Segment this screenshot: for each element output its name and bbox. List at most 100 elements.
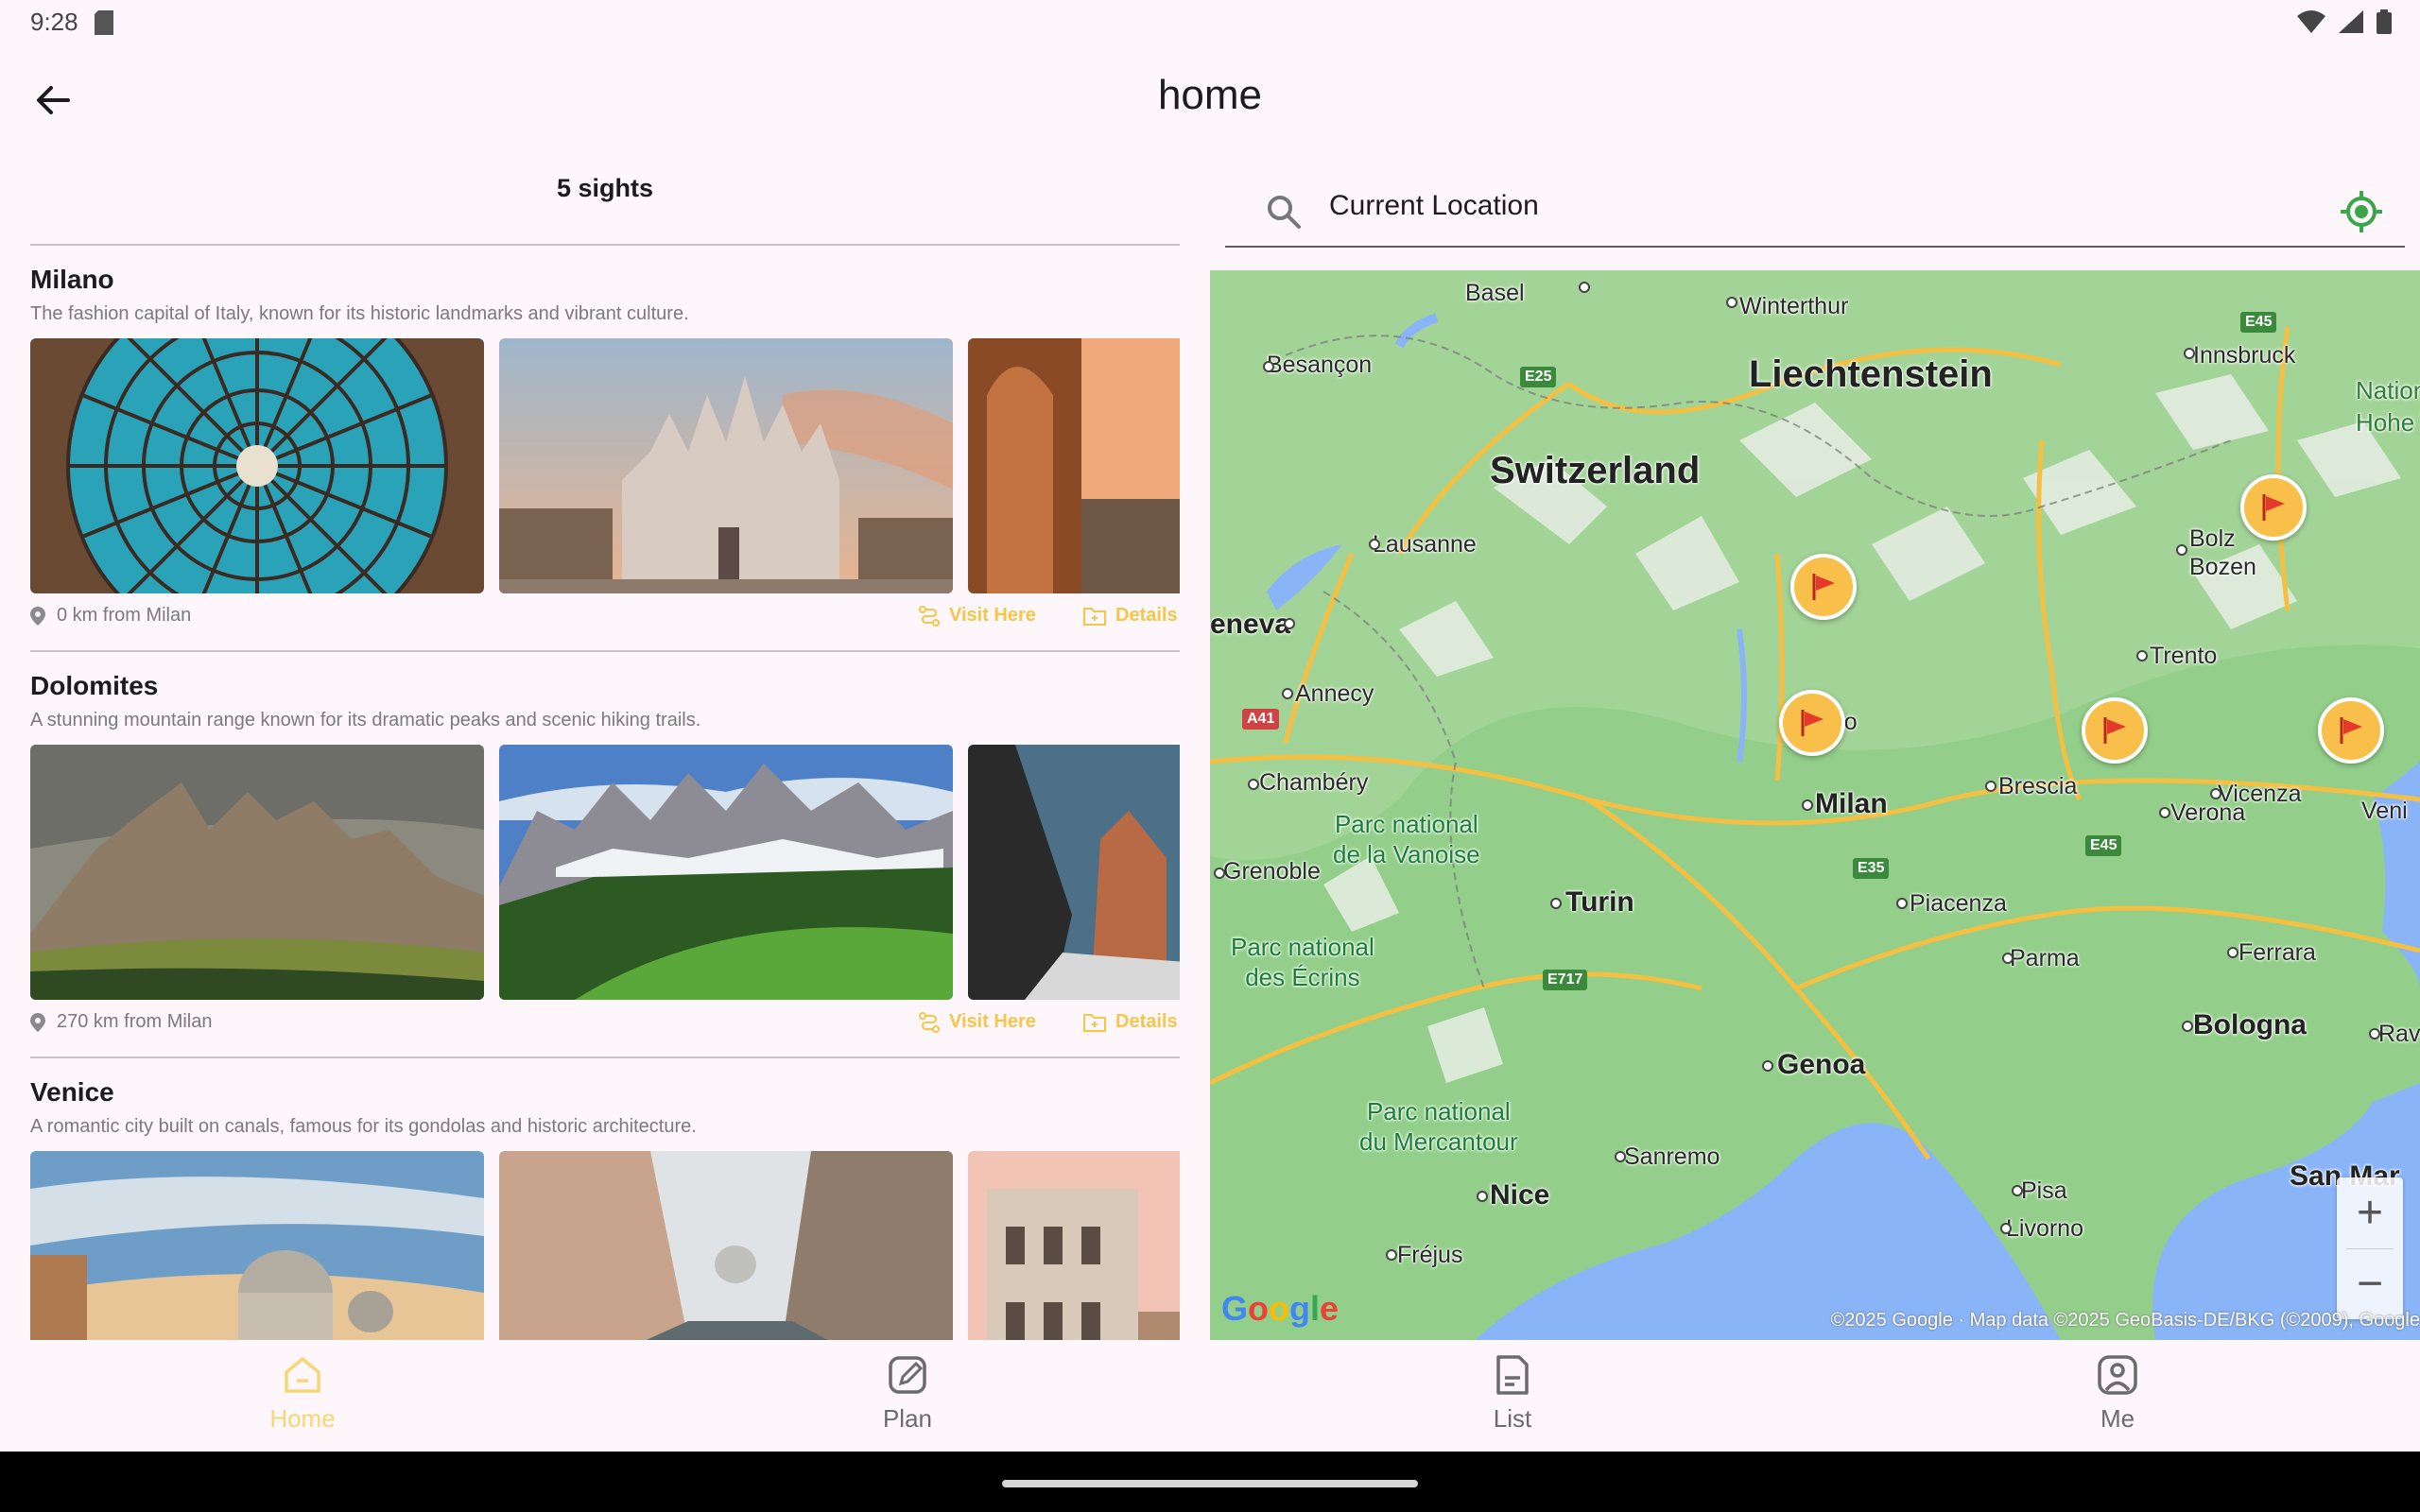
nav-list[interactable]: List xyxy=(1418,1353,1607,1444)
sight-card-dolomites[interactable]: Dolomites A stunning mountain range know… xyxy=(30,652,1180,1049)
logo-letter: e xyxy=(1320,1289,1340,1328)
logo-letter: l xyxy=(1310,1289,1321,1328)
sight-card-venice[interactable]: Venice A romantic city built on canals, … xyxy=(30,1058,1180,1340)
profile-icon xyxy=(2098,1355,2137,1395)
folder-icon xyxy=(1083,1013,1106,1032)
city-dot xyxy=(1386,1249,1397,1261)
map-view[interactable]: Basel Winterthur Innsbruck E45 Besançon … xyxy=(1210,270,2420,1340)
map-city-label: Besançon xyxy=(1267,352,1373,378)
sight-marker[interactable] xyxy=(2082,697,2148,764)
sight-card-milano[interactable]: Milano The fashion capital of Italy, kno… xyxy=(30,246,1180,643)
battery-icon xyxy=(2377,9,2392,34)
map-city-label: Veni xyxy=(2361,798,2408,824)
photo-galleria-dome[interactable] xyxy=(30,338,484,593)
city-dot xyxy=(1896,898,1908,909)
sight-meta: 270 km from Milan Visit Here Details xyxy=(30,1011,1180,1040)
system-navigation-bar xyxy=(0,1452,2420,1512)
city-dot xyxy=(2210,788,2221,799)
map-city-label: Sanremo xyxy=(1624,1143,1720,1170)
details-label: Details xyxy=(1115,605,1178,626)
road-shield: E45 xyxy=(2240,312,2277,333)
city-dot xyxy=(2227,947,2238,958)
status-time: 9:28 xyxy=(30,8,78,36)
nav-label: Plan xyxy=(882,1404,933,1433)
my-location-button[interactable] xyxy=(2337,187,2386,236)
photo-sassolungo[interactable] xyxy=(30,745,484,1000)
map-attribution[interactable]: ©2025 Google · Map data ©2025 GeoBasis-D… xyxy=(1831,1310,2420,1332)
search-icon xyxy=(1268,196,1301,229)
nav-home[interactable]: Home xyxy=(208,1353,397,1444)
map-city-label: Trento xyxy=(2150,643,2218,669)
home-icon xyxy=(285,1357,320,1393)
location-search-bar[interactable] xyxy=(1225,170,2405,248)
logo-letter: o xyxy=(1269,1289,1290,1328)
distance-label: 270 km from Milan xyxy=(57,1011,213,1032)
map-park-label: Hohe T xyxy=(2356,408,2420,437)
zoom-out-button[interactable]: − xyxy=(2337,1248,2403,1319)
map-panel: Basel Winterthur Innsbruck E45 Besançon … xyxy=(1210,149,2420,1340)
flag-icon xyxy=(2103,717,2126,744)
photo-carousel[interactable] xyxy=(30,1151,1180,1340)
sd-card-icon xyxy=(95,10,113,35)
visit-here-label: Visit Here xyxy=(949,605,1036,626)
map-city-label: Lausanne xyxy=(1373,531,1477,558)
photo-milan-arcade[interactable] xyxy=(968,338,1180,593)
nav-plan[interactable]: Plan xyxy=(813,1353,1002,1444)
photo-santa-maria-della-salute[interactable] xyxy=(30,1151,484,1340)
sight-marker[interactable] xyxy=(2240,474,2307,541)
photo-carousel[interactable] xyxy=(30,745,1180,1000)
map-park-label: Parc national de la Vanoise xyxy=(1333,810,1480,868)
road-shield: E717 xyxy=(1543,970,1588,990)
city-dot xyxy=(1214,868,1225,879)
nav-me[interactable]: Me xyxy=(2023,1353,2212,1444)
sights-list[interactable]: 5 sights Milano The fashion capital of I… xyxy=(30,149,1180,1340)
city-dot xyxy=(1477,1191,1488,1202)
status-icons xyxy=(2297,9,2392,34)
photo-grand-canal[interactable] xyxy=(499,1151,953,1340)
map-city-label: Nice xyxy=(1490,1179,1550,1211)
status-bar: 9:28 xyxy=(0,0,2420,45)
map-city-label: Grenoble xyxy=(1223,858,1321,885)
city-dot xyxy=(2136,650,2148,662)
city-dot xyxy=(2176,544,2187,556)
city-dot xyxy=(1579,282,1590,293)
map-city-label: Bologna xyxy=(2193,1009,2307,1040)
edit-icon xyxy=(889,1356,926,1394)
logo-letter: g xyxy=(1289,1289,1311,1328)
city-dot xyxy=(1615,1151,1626,1162)
distance: 270 km from Milan xyxy=(30,1011,213,1033)
search-input[interactable] xyxy=(1329,185,2274,227)
sight-description: A romantic city built on canals, famous … xyxy=(30,1116,697,1137)
app-root: 9:28 home 5 sights Milano The fashion ca… xyxy=(0,0,2420,1512)
map-city-label: Chambéry xyxy=(1259,769,1369,796)
map-city-label: Basel xyxy=(1465,280,1525,306)
zoom-in-button[interactable]: + xyxy=(2337,1177,2403,1248)
visit-here-button[interactable]: Visit Here xyxy=(919,605,1036,627)
photo-val-di-funes[interactable] xyxy=(499,745,953,1000)
sight-marker[interactable] xyxy=(1779,690,1845,756)
sight-description: The fashion capital of Italy, known for … xyxy=(30,303,689,324)
folder-icon xyxy=(1083,607,1106,626)
details-button[interactable]: Details xyxy=(1083,605,1178,627)
logo-letter: G xyxy=(1221,1289,1249,1328)
city-dot xyxy=(1802,799,1813,811)
city-dot xyxy=(1263,361,1274,372)
sight-marker[interactable] xyxy=(1790,554,1857,620)
sight-marker[interactable] xyxy=(2318,697,2384,764)
distance-label: 0 km from Milan xyxy=(57,605,192,626)
photo-carousel[interactable] xyxy=(30,338,1180,593)
visit-here-button[interactable]: Visit Here xyxy=(919,1011,1036,1033)
city-dot xyxy=(1248,779,1259,790)
sight-meta: 0 km from Milan Visit Here Details xyxy=(30,605,1180,633)
map-city-label: Ravenn xyxy=(2378,1021,2420,1047)
photo-venice-palazzo[interactable] xyxy=(968,1151,1180,1340)
details-button[interactable]: Details xyxy=(1083,1011,1178,1033)
gesture-handle[interactable] xyxy=(1002,1480,1418,1487)
map-city-label: Bolz xyxy=(2189,525,2236,552)
photo-duomo[interactable] xyxy=(499,338,953,593)
city-dot xyxy=(1550,898,1562,909)
photo-tre-cime[interactable] xyxy=(968,745,1180,1000)
sight-description: A stunning mountain range known for its … xyxy=(30,710,701,730)
city-dot xyxy=(2182,1021,2193,1032)
city-dot xyxy=(1369,539,1380,550)
